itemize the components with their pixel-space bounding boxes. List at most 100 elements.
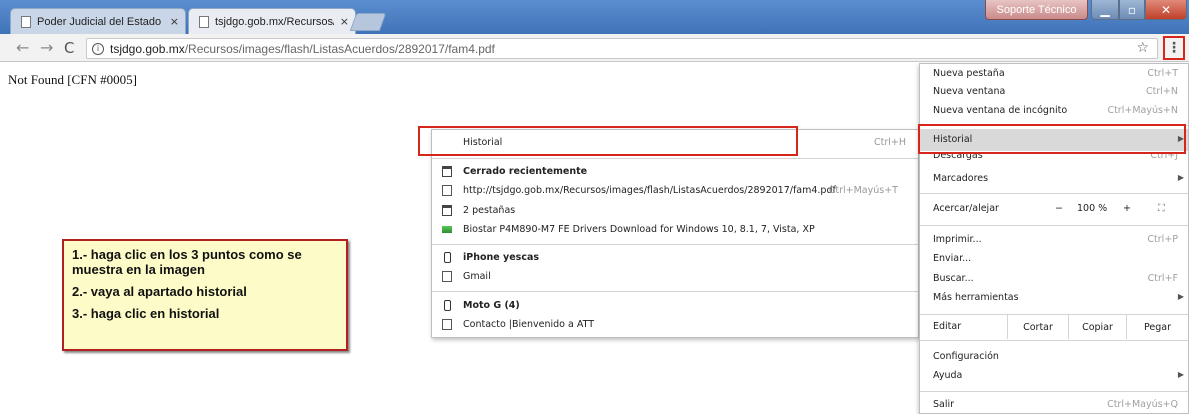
menu-label: Salir [933, 399, 955, 410]
menu-label: Gmail [463, 271, 491, 282]
menu-label: Nueva pestaña [933, 68, 1005, 79]
document-icon [442, 185, 452, 196]
menu-shortcut: Ctrl+T [1147, 68, 1178, 79]
menu-find[interactable]: Buscar... Ctrl+F [920, 273, 1188, 287]
document-icon [442, 271, 452, 282]
menu-bookmarks[interactable]: Marcadores ▶ [920, 173, 1188, 187]
document-icon [21, 15, 31, 28]
tab-close-button[interactable]: × [170, 15, 179, 28]
menu-label: Contacto |Bienvenido a ATT [463, 319, 595, 330]
menu-new-window[interactable]: Nueva ventana Ctrl+N [920, 86, 1188, 100]
menu-divider [920, 391, 1188, 392]
tab-icon [442, 205, 452, 216]
menu-new-tab[interactable]: Nueva pestaña Ctrl+T [920, 68, 1188, 82]
address-bar[interactable]: i tsjdgo.gob.mx/Recursos/images/flash/Li… [86, 38, 1158, 59]
menu-label: Nueva ventana [933, 86, 1006, 97]
new-tab-button[interactable] [349, 13, 387, 31]
info-icon[interactable]: i [92, 42, 104, 55]
highlight-box-historial-item [418, 126, 798, 156]
instruction-callout: 1.- haga clic en los 3 puntos como se mu… [62, 239, 348, 351]
menu-help[interactable]: Ayuda ▶ [920, 370, 1188, 384]
menu-divider [920, 225, 1188, 226]
menu-shortcut: Ctrl+Mayús+N [1107, 105, 1178, 116]
kebab-menu-icon[interactable]: ⋮ [1163, 36, 1185, 60]
page-message: Not Found [CFN #0005] [8, 72, 137, 87]
submenu-arrow-icon: ▶ [1177, 173, 1184, 182]
minimize-button[interactable]: ▁ [1091, 0, 1119, 20]
menu-label: 2 pestañas [463, 205, 516, 216]
recently-closed-header: Cerrado recientemente [432, 166, 918, 180]
menu-label: Biostar P4M890-M7 FE Drivers Download fo… [463, 224, 815, 235]
menu-shortcut: Ctrl+N [1146, 86, 1178, 97]
zoom-value: 100 % [1077, 203, 1108, 214]
tab-poder-judicial[interactable]: Poder Judicial del Estado × [10, 8, 186, 34]
chrome-main-menu: Nueva pestaña Ctrl+T Nueva ventana Ctrl+… [919, 63, 1189, 414]
url-path: /Recursos/images/flash/ListasAcuerdos/28… [184, 41, 495, 56]
url-domain: tsjdgo.gob.mx [110, 41, 185, 56]
forward-button[interactable]: → [40, 39, 53, 57]
fullscreen-icon[interactable]: ⛶ [1158, 203, 1165, 214]
tab-tsjdgo[interactable]: tsjdgo.gob.mx/Recursos/ × [188, 8, 356, 34]
menu-label: Buscar... [933, 273, 974, 284]
menu-label: Acercar/alejar [933, 203, 999, 214]
device-moto-header: Moto G (4) [432, 300, 918, 314]
biostar-item[interactable]: Biostar P4M890-M7 FE Drivers Download fo… [432, 224, 918, 238]
cut-button[interactable]: Cortar [1007, 315, 1068, 339]
menu-downloads[interactable]: Descargas Ctrl+J [920, 153, 1188, 165]
tab-title: Poder Judicial del Estado [37, 15, 162, 28]
tab-title: tsjdgo.gob.mx/Recursos/ [215, 15, 334, 28]
submenu-arrow-icon: ▶ [1177, 370, 1184, 379]
biostar-favicon-icon [442, 226, 452, 233]
tab-icon [442, 166, 452, 177]
two-tabs-item[interactable]: 2 pestañas [432, 205, 918, 219]
instruction-step-1: 1.- haga clic en los 3 puntos como se mu… [72, 247, 302, 277]
device-iphone-header: iPhone yescas [432, 252, 918, 266]
menu-send[interactable]: Enviar... [920, 253, 1188, 267]
back-button[interactable]: ← [16, 39, 29, 57]
menu-incognito[interactable]: Nueva ventana de incógnito Ctrl+Mayús+N [920, 105, 1188, 119]
att-item[interactable]: Contacto |Bienvenido a ATT [432, 319, 918, 333]
menu-print[interactable]: Imprimir... Ctrl+P [920, 234, 1188, 248]
reload-button[interactable]: C [64, 39, 74, 57]
menu-divider [432, 291, 918, 292]
menu-shortcut: Ctrl+F [1147, 273, 1178, 284]
submenu-arrow-icon: ▶ [1177, 292, 1184, 301]
menu-divider [432, 158, 918, 159]
star-icon[interactable]: ☆ [1136, 40, 1149, 56]
menu-shortcut: Ctrl+J [1150, 153, 1178, 161]
menu-label: Cerrado recientemente [463, 166, 588, 177]
menu-label: Nueva ventana de incógnito [933, 105, 1068, 116]
menu-exit[interactable]: Salir Ctrl+Mayús+Q [920, 399, 1188, 413]
menu-shortcut: Ctrl+Mayús+T [828, 185, 898, 196]
menu-zoom: Acercar/alejar − 100 % + ⛶ [920, 203, 1188, 217]
menu-label: http://tsjdgo.gob.mx/Recursos/images/fla… [463, 185, 836, 196]
menu-label: iPhone yescas [463, 252, 540, 263]
maximize-button[interactable]: ▫ [1119, 0, 1145, 20]
menu-divider [920, 340, 1188, 341]
menu-label: Enviar... [933, 253, 972, 264]
zoom-in-button[interactable]: + [1123, 203, 1131, 214]
tab-close-button[interactable]: × [340, 15, 349, 28]
menu-label: Configuración [933, 351, 999, 362]
menu-shortcut: Ctrl+P [1147, 234, 1178, 245]
recent-url-item[interactable]: http://tsjdgo.gob.mx/Recursos/images/fla… [432, 185, 918, 199]
url-text[interactable]: tsjdgo.gob.mx/Recursos/images/flash/List… [110, 42, 495, 56]
menu-divider [432, 244, 918, 245]
menu-label: Editar [933, 321, 962, 332]
menu-label: Más herramientas [933, 292, 1019, 303]
close-window-button[interactable]: ✕ [1145, 0, 1187, 20]
zoom-out-button[interactable]: − [1055, 203, 1063, 214]
copy-button[interactable]: Copiar [1068, 315, 1126, 339]
menu-settings[interactable]: Configuración [920, 351, 1188, 365]
instruction-step-2: 2.- vaya al apartado historial [72, 284, 247, 299]
menu-more-tools[interactable]: Más herramientas ▶ [920, 292, 1188, 306]
menu-label: Ayuda [933, 370, 963, 381]
highlight-box-historial-main [918, 124, 1186, 154]
paste-button[interactable]: Pegar [1126, 315, 1188, 339]
menu-label: Imprimir... [933, 234, 982, 245]
gmail-item[interactable]: Gmail [432, 271, 918, 285]
history-submenu: Historial Ctrl+H Cerrado recientemente h… [431, 129, 919, 338]
support-button[interactable]: Soporte Técnico [985, 0, 1088, 20]
document-icon [199, 15, 209, 28]
document-icon [442, 319, 452, 330]
